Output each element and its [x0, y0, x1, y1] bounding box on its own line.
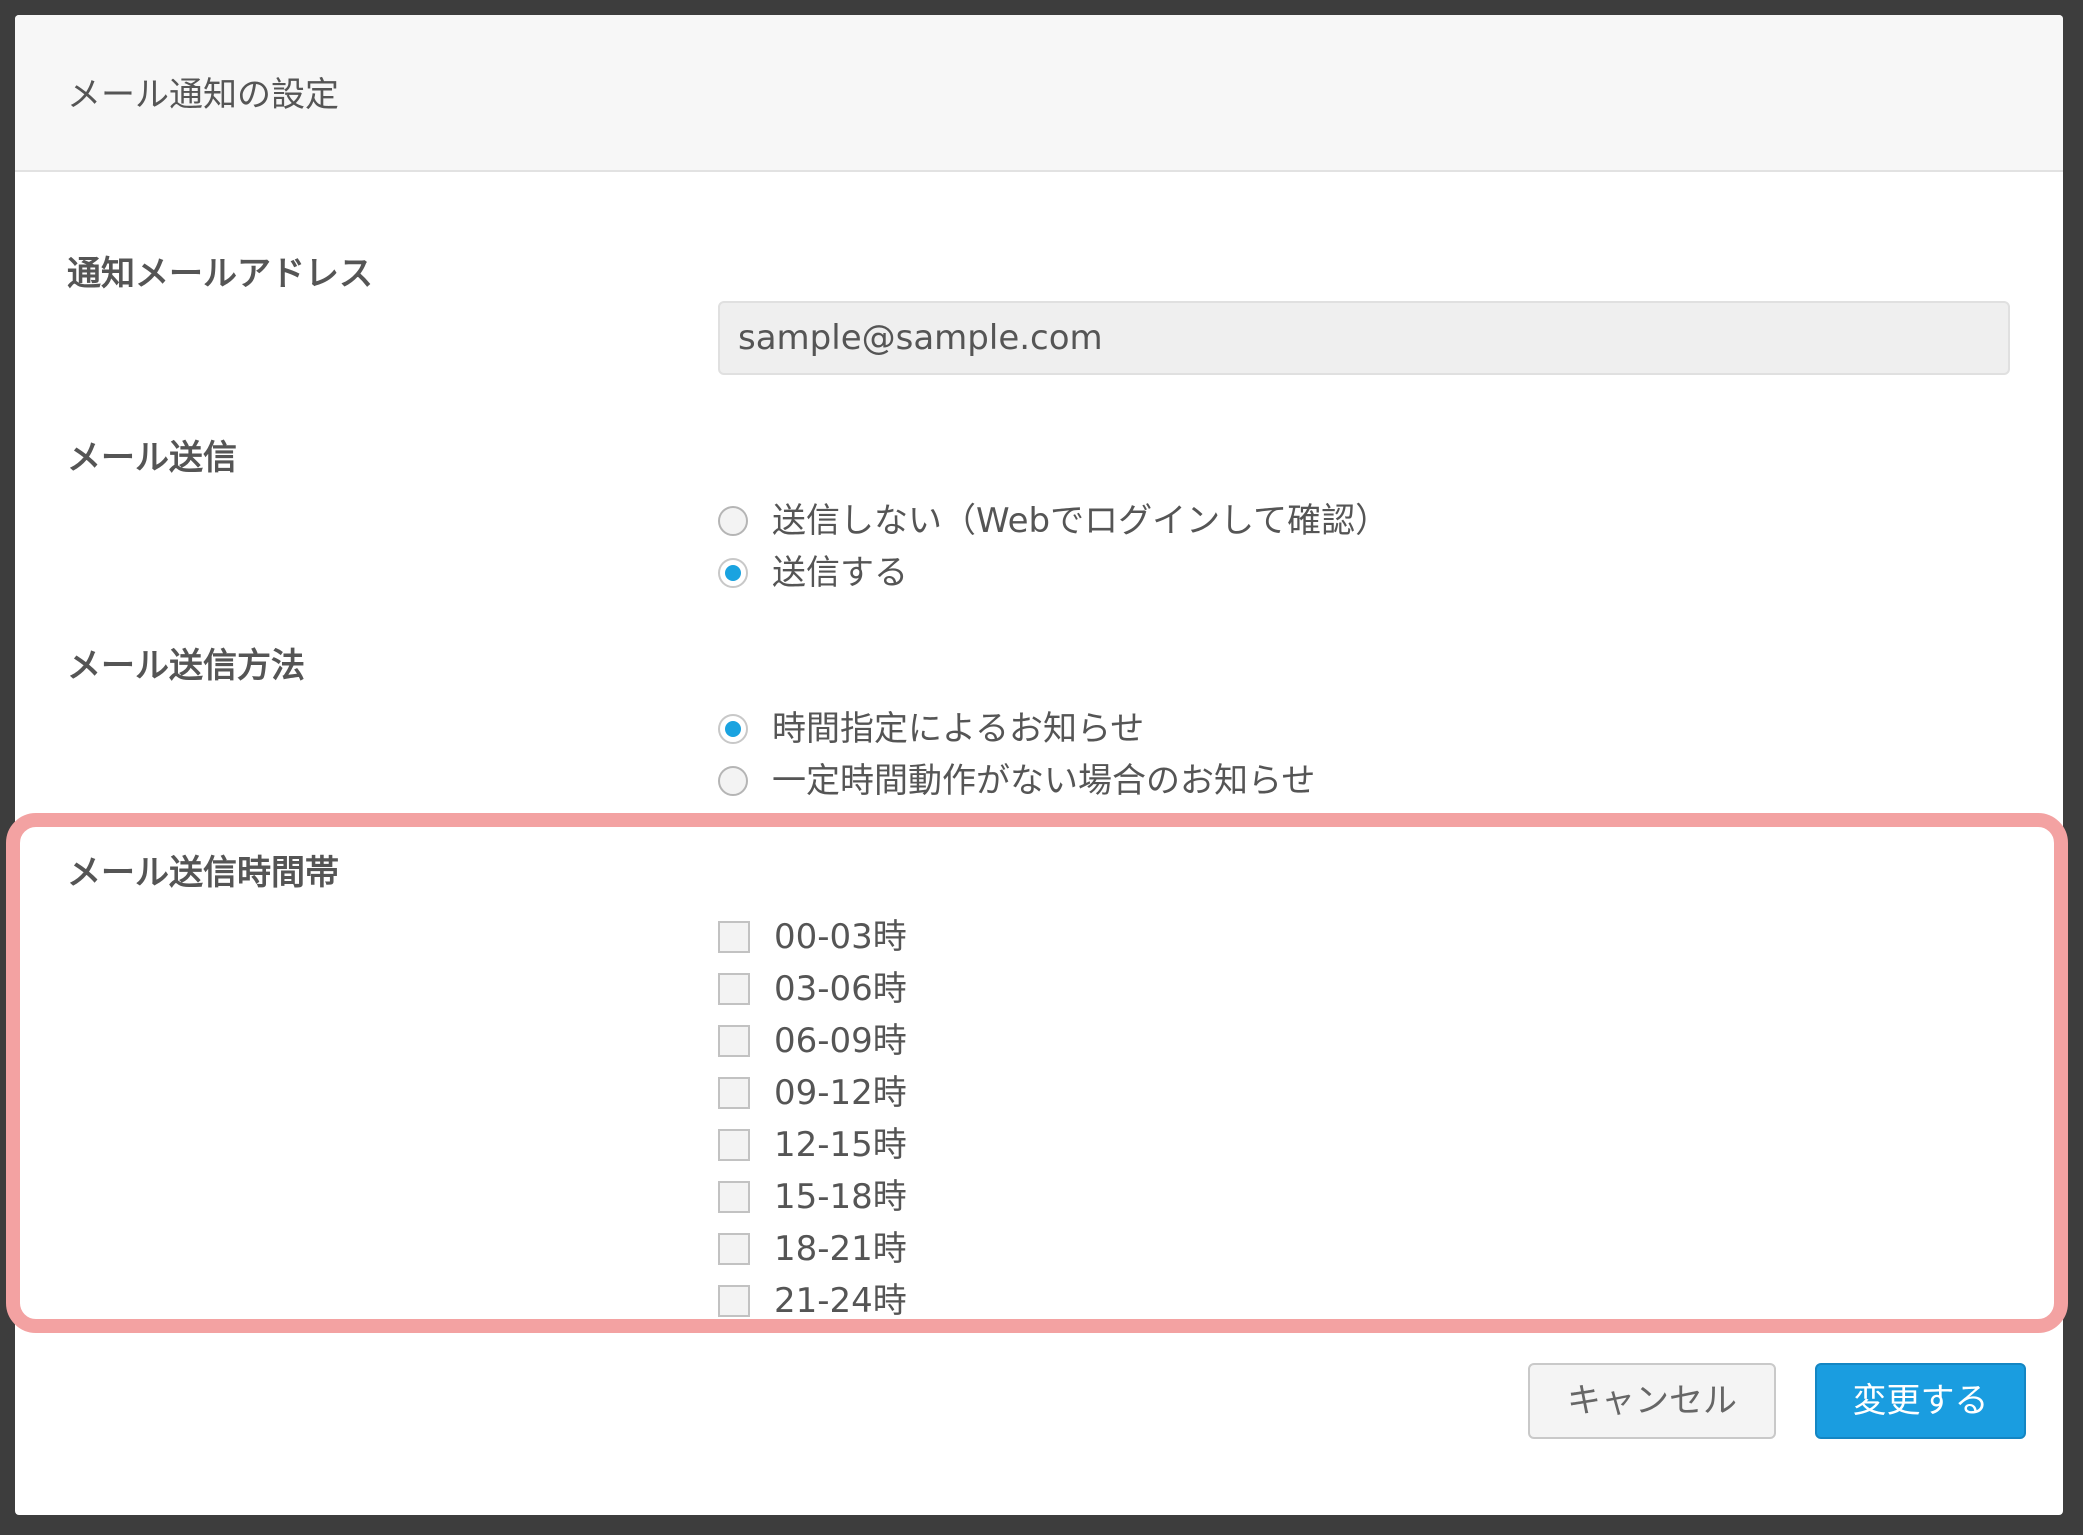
radio-button[interactable] — [718, 766, 748, 796]
radio-label: 送信しない（Webでログインして確認） — [772, 501, 1390, 541]
email-field[interactable]: sample@sample.com — [718, 301, 2010, 375]
checkbox[interactable] — [718, 1285, 750, 1317]
email-section-label: 通知メールアドレス — [67, 254, 373, 294]
method-section-label: メール送信方法 — [67, 646, 305, 686]
time-slot-12-15[interactable]: 12-15時 — [718, 1119, 907, 1171]
time-slot-21-24[interactable]: 21-24時 — [718, 1275, 907, 1327]
send-section-label: メール送信 — [67, 438, 237, 478]
radio-option-inactivity[interactable]: 一定時間動作がない場合のお知らせ — [718, 755, 1315, 807]
radio-label: 一定時間動作がない場合のお知らせ — [772, 761, 1316, 801]
checkbox[interactable] — [718, 1025, 750, 1057]
radio-button-selected[interactable] — [718, 714, 748, 744]
radio-label: 時間指定によるお知らせ — [772, 709, 1145, 749]
radio-option-scheduled[interactable]: 時間指定によるお知らせ — [718, 703, 1144, 755]
dialog-title: メール通知の設定 — [67, 75, 339, 115]
checkbox[interactable] — [718, 1233, 750, 1265]
time-slot-06-09[interactable]: 06-09時 — [718, 1015, 907, 1067]
checkbox[interactable] — [718, 973, 750, 1005]
checkbox-label: 15-18時 — [774, 1177, 907, 1217]
checkbox[interactable] — [718, 1077, 750, 1109]
time-slot-09-12[interactable]: 09-12時 — [718, 1067, 907, 1119]
submit-button[interactable]: 変更する — [1815, 1363, 2026, 1439]
radio-button-selected[interactable] — [718, 558, 748, 588]
time-slot-00-03[interactable]: 00-03時 — [718, 911, 907, 963]
time-section-label: メール送信時間帯 — [67, 853, 339, 893]
radio-option-no-send[interactable]: 送信しない（Webでログインして確認） — [718, 495, 1389, 547]
checkbox-label: 00-03時 — [774, 917, 907, 957]
checkbox-label: 03-06時 — [774, 969, 907, 1009]
time-slot-15-18[interactable]: 15-18時 — [718, 1171, 907, 1223]
checkbox[interactable] — [718, 921, 750, 953]
checkbox-label: 18-21時 — [774, 1229, 907, 1269]
dialog-header: メール通知の設定 — [15, 15, 2063, 172]
checkbox-label: 09-12時 — [774, 1073, 907, 1113]
checkbox-label: 12-15時 — [774, 1125, 907, 1165]
time-slot-03-06[interactable]: 03-06時 — [718, 963, 907, 1015]
radio-label: 送信する — [772, 553, 908, 593]
radio-button[interactable] — [718, 506, 748, 536]
time-slot-18-21[interactable]: 18-21時 — [718, 1223, 907, 1275]
checkbox-label: 06-09時 — [774, 1021, 907, 1061]
mail-notification-dialog: メール通知の設定 通知メールアドレス sample@sample.com メール… — [15, 15, 2063, 1515]
cancel-button[interactable]: キャンセル — [1528, 1363, 1776, 1439]
checkbox[interactable] — [718, 1129, 750, 1161]
checkbox[interactable] — [718, 1181, 750, 1213]
radio-option-send[interactable]: 送信する — [718, 547, 908, 599]
checkbox-label: 21-24時 — [774, 1281, 907, 1321]
